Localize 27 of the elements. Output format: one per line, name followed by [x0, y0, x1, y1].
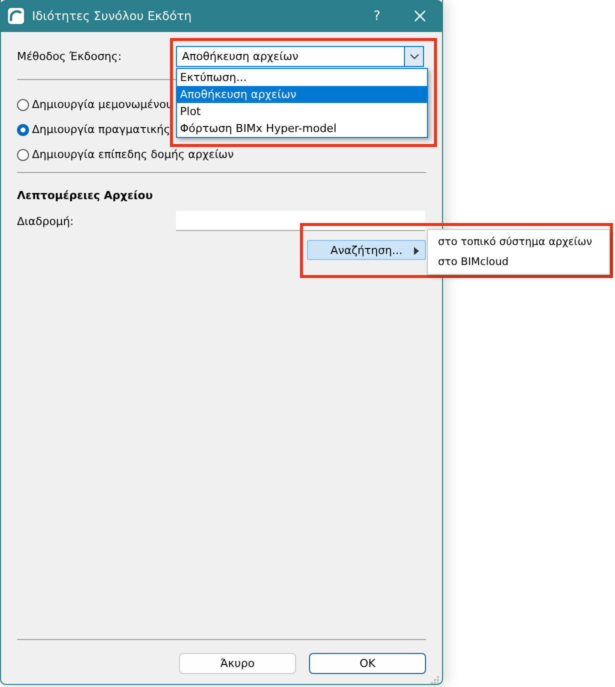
- window-title: Ιδιότητες Συνόλου Εκδότη: [32, 9, 193, 23]
- path-label: Διαδρομή:: [17, 214, 75, 228]
- section-heading: Λεπτομέρειες Αρχείου: [17, 189, 154, 202]
- radio-option[interactable]: Δημιουργία επίπεδης δομής αρχείων: [17, 142, 234, 167]
- cancel-button[interactable]: Άκυρο: [179, 653, 296, 674]
- radio-selected-icon: [17, 124, 29, 136]
- browse-button[interactable]: Αναζήτηση...: [307, 240, 426, 260]
- radio-empty-icon: [17, 148, 29, 160]
- method-label: Μέθοδος Έκδοσης:: [17, 50, 123, 63]
- dropdown-option[interactable]: Αποθήκευση αρχείων: [177, 86, 427, 103]
- radio-option[interactable]: Δημιουργία μεμονωμένου: [17, 92, 172, 117]
- method-dropdown[interactable]: Αποθήκευση αρχείων: [176, 46, 424, 67]
- radio-option[interactable]: Δημιουργία πραγματικής: [17, 117, 170, 142]
- path-field[interactable]: [176, 211, 425, 231]
- dropdown-option[interactable]: Εκτύπωση...: [177, 69, 427, 86]
- submenu-arrow-icon: [414, 247, 419, 255]
- app-icon: [8, 8, 24, 24]
- close-icon: [414, 10, 426, 22]
- dropdown-option[interactable]: Φόρτωση BIMx Hyper-model: [177, 120, 427, 137]
- resize-grip-icon[interactable]: [430, 675, 439, 684]
- menu-item[interactable]: στο BIMcloud: [428, 252, 609, 272]
- ok-button[interactable]: OK: [309, 653, 426, 674]
- chevron-down-icon: [410, 54, 418, 60]
- help-button[interactable]: ?: [357, 8, 397, 24]
- dropdown-option[interactable]: Plot: [177, 103, 427, 120]
- radio-empty-icon: [17, 98, 29, 110]
- menu-item[interactable]: στο τοπικό σύστημα αρχείων: [428, 232, 609, 252]
